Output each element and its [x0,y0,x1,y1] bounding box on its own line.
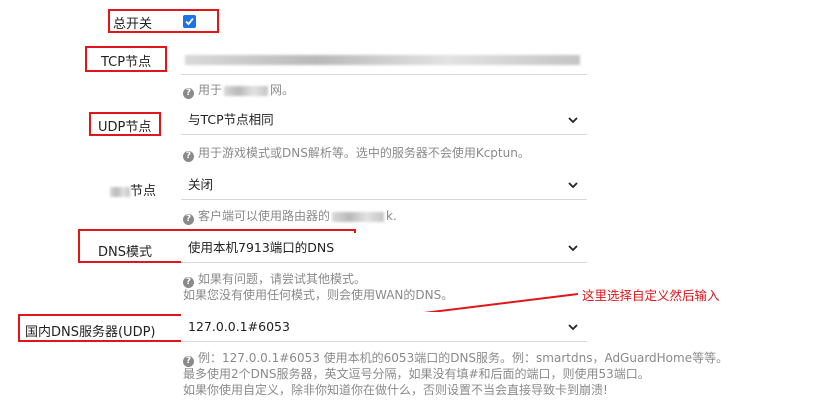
domestic-dns-value: 127.0.0.1#6053 [188,319,290,334]
domestic-dns-label: 国内DNS服务器(UDP) [25,325,156,340]
domestic-dns-help-3: 如果你使用自定义，除非你知道你在做什么，否则设置不当会直接导致卡到崩溃! [183,383,608,397]
chevron-down-icon [568,324,578,331]
domestic-dns-help-2: 最多使用2个DNS服务器，英文逗号分隔，如果没有填#和后面的端口，则使用53端口… [183,367,650,381]
domestic-dns-select[interactable]: 127.0.0.1#6053 [181,312,587,342]
domestic-dns-help-1: ? 例：127.0.0.1#6053 使用本机的6053端口的DNS服务。例：sm… [183,350,728,367]
